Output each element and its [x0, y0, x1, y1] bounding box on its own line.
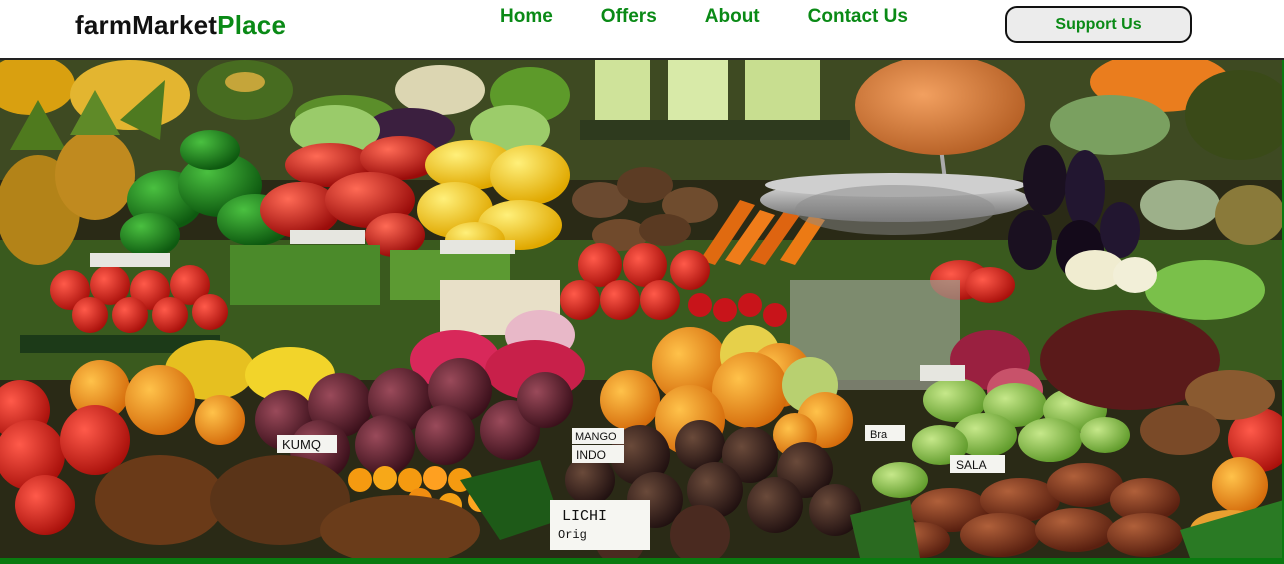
price-sign-lichi: LICHI Orig — [550, 500, 650, 550]
price-sign-indo: INDO — [572, 445, 624, 463]
price-sign-sala: SALA — [950, 455, 1005, 473]
price-sign-mango: MANGO — [572, 428, 624, 444]
hero-image-fruit-market: KUMQ LICHI Orig INDO MANGO SALA Bra — [0, 60, 1284, 558]
price-sign-blank — [90, 253, 170, 267]
logo-text-accent: Place — [217, 10, 287, 40]
main-nav: Home Offers About Contact Us — [500, 6, 956, 28]
logo-text-primary: farmMarket — [75, 10, 218, 40]
price-sign-blank — [290, 230, 365, 244]
navbar: farmMarketPlace Home Offers About Contac… — [0, 0, 1284, 60]
price-sign-blank — [920, 365, 965, 381]
price-sign-blank — [440, 240, 515, 254]
sign-text-indo: INDO — [576, 448, 606, 462]
tomatoes-left — [50, 265, 228, 333]
sign-text-orig: Orig — [558, 528, 587, 542]
site-logo[interactable]: farmMarketPlace — [75, 10, 286, 41]
sign-text-lichi: LICHI — [562, 508, 607, 525]
celery — [580, 60, 850, 140]
sign-text-kumq: KUMQ — [282, 437, 321, 452]
nav-link-contact[interactable]: Contact Us — [808, 6, 908, 28]
hero-banner: KUMQ LICHI Orig INDO MANGO SALA Bra — [0, 60, 1284, 558]
sign-text-mango: MANGO — [575, 431, 617, 443]
price-sign-bra: Bra — [865, 425, 905, 441]
nav-link-about[interactable]: About — [705, 6, 760, 28]
nav-link-home[interactable]: Home — [500, 6, 553, 28]
sign-text-bra: Bra — [870, 429, 888, 441]
sign-text-sala: SALA — [956, 458, 987, 472]
nav-link-offers[interactable]: Offers — [601, 6, 657, 28]
price-sign-kumq: KUMQ — [277, 435, 337, 453]
footer-accent-bar — [0, 558, 1284, 564]
support-us-button[interactable]: Support Us — [1005, 6, 1192, 43]
